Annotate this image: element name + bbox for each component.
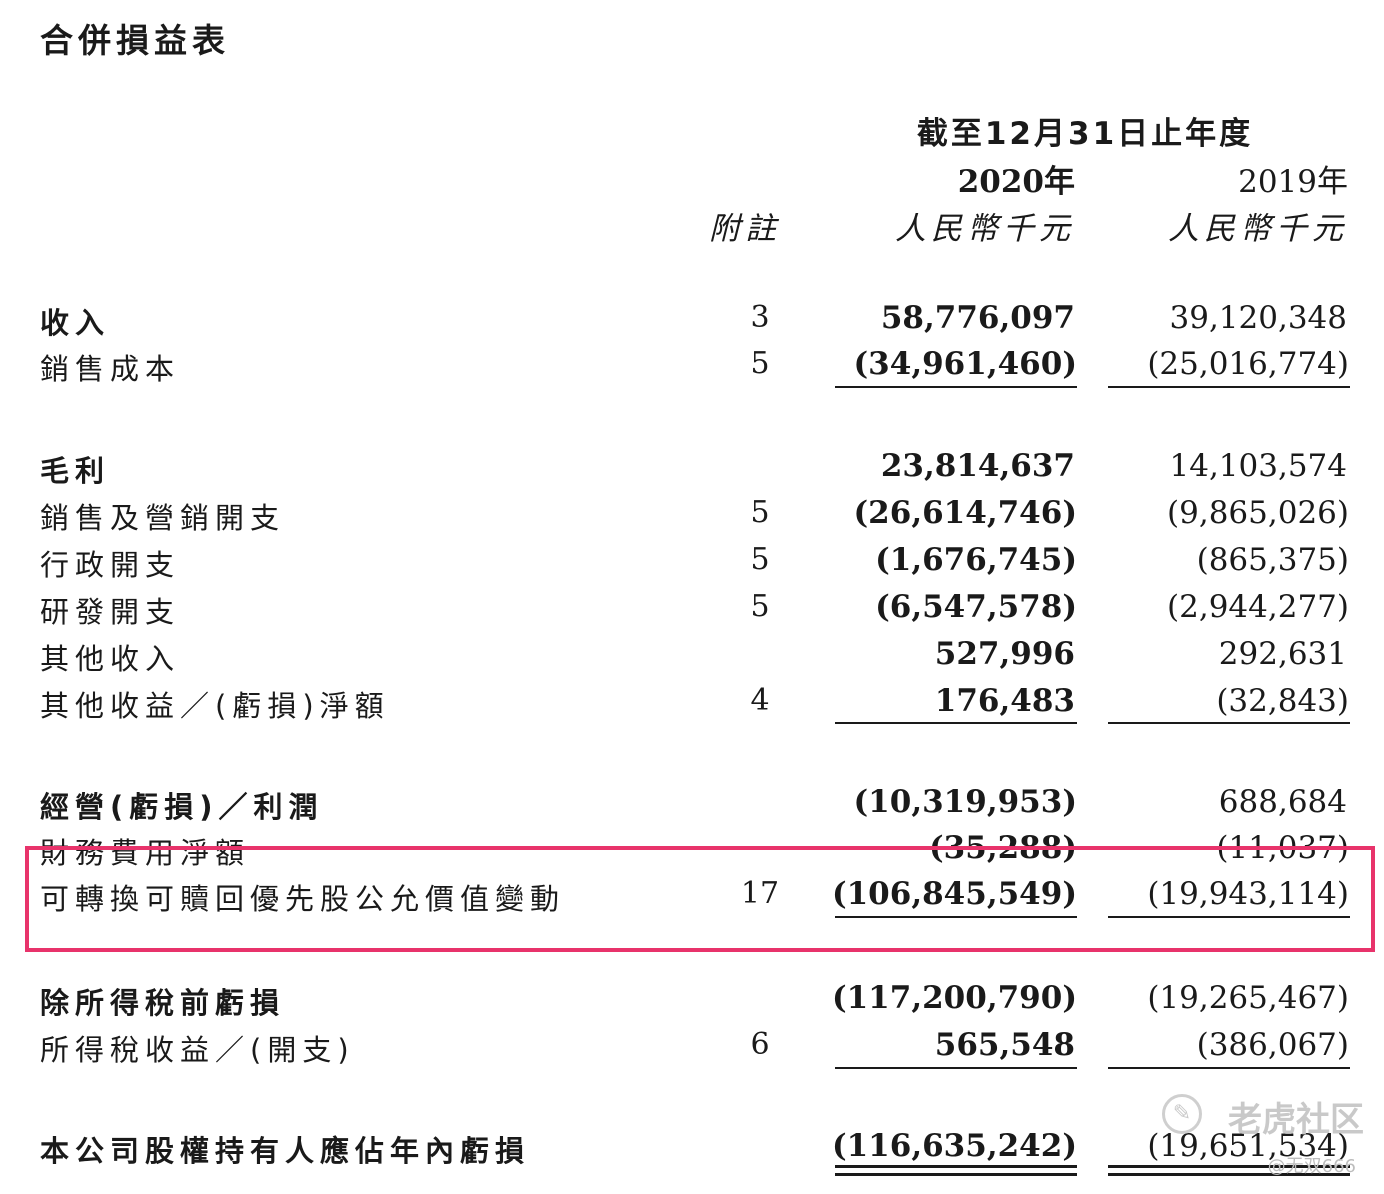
- row-label: 毛利: [40, 454, 111, 488]
- row-label: 本公司股權持有人應佔年內虧損: [40, 1134, 531, 1168]
- value-2020: 527,996: [934, 636, 1075, 672]
- row-label: 其他收入: [40, 642, 181, 676]
- statement-title: 合併損益表: [40, 21, 230, 60]
- row-note: 6: [750, 1027, 770, 1062]
- period-header: 截至12月31日止年度: [916, 116, 1254, 152]
- row-label: 收入: [40, 306, 111, 340]
- value-2020: 58,776,097: [880, 300, 1075, 336]
- row-note: 5: [750, 495, 770, 530]
- value-2020: (116,635,242): [831, 1128, 1077, 1164]
- value-2019: 39,120,348: [1169, 300, 1348, 336]
- watermark-user: @无双666: [1267, 1156, 1356, 1177]
- row-label: 其他收益／(虧損)淨額: [40, 689, 390, 723]
- subtotal-rule-2020: [835, 1067, 1077, 1069]
- row-label: 銷售及營銷開支: [40, 501, 286, 535]
- row-note: 3: [750, 300, 770, 335]
- row-label: 除所得稅前虧損: [40, 986, 286, 1020]
- row-note: 5: [750, 346, 770, 381]
- row-research-development: 研發開支 5 (6,547,578) (2,944,277): [0, 585, 1384, 631]
- row-note: 5: [750, 589, 770, 624]
- value-2019: 14,103,574: [1169, 448, 1348, 484]
- value-2020: 176,483: [934, 683, 1075, 719]
- value-2019: (19,265,467): [1147, 980, 1349, 1016]
- row-cost-of-sales: 銷售成本 5 (34,961,460) (25,016,774): [0, 342, 1384, 388]
- value-2020: (1,676,745): [875, 542, 1077, 578]
- subtotal-rule-2020: [835, 722, 1077, 724]
- value-2019: (32,843): [1216, 683, 1349, 719]
- year-2019-header: 2019年: [1238, 164, 1348, 200]
- value-2020: 565,548: [934, 1027, 1075, 1063]
- highlight-box: [25, 846, 1375, 952]
- value-2019: (386,067): [1196, 1027, 1349, 1063]
- row-income-tax: 所得稅收益／(開支) 6 565,548 (386,067): [0, 1023, 1384, 1069]
- value-2020: (26,614,746): [853, 495, 1077, 531]
- subtotal-rule-2020: [835, 386, 1077, 388]
- value-2019: (865,375): [1196, 542, 1349, 578]
- currency-2019-header: 人民幣千元: [1168, 211, 1348, 247]
- value-2019: (2,944,277): [1167, 589, 1349, 625]
- row-selling-marketing: 銷售及營銷開支 5 (26,614,746) (9,865,026): [0, 491, 1384, 537]
- value-2020: (34,961,460): [853, 346, 1077, 382]
- row-note: 4: [750, 683, 770, 718]
- row-administrative: 行政開支 5 (1,676,745) (865,375): [0, 538, 1384, 584]
- row-gross-profit: 毛利 23,814,637 14,103,574: [0, 444, 1384, 490]
- row-label: 所得稅收益／(開支): [40, 1033, 355, 1067]
- total-rule-bottom-2020: [835, 1173, 1077, 1176]
- row-label: 行政開支: [40, 548, 181, 582]
- row-label: 研發開支: [40, 595, 181, 629]
- subtotal-rule-2019: [1108, 386, 1350, 388]
- subtotal-rule-2019: [1108, 1067, 1350, 1069]
- tiger-logo-icon: ✎: [1162, 1094, 1202, 1134]
- row-revenue: 收入 3 58,776,097 39,120,348: [0, 296, 1384, 342]
- watermark-brand: 老虎社区: [1228, 1100, 1364, 1140]
- currency-2020-header: 人民幣千元: [895, 211, 1075, 247]
- value-2020: (117,200,790): [831, 980, 1077, 1016]
- total-rule-top-2020: [835, 1165, 1077, 1168]
- value-2020: (6,547,578): [875, 589, 1077, 625]
- row-label: 銷售成本: [40, 352, 181, 386]
- row-other-income: 其他收入 527,996 292,631: [0, 632, 1384, 678]
- value-2019: (25,016,774): [1147, 346, 1349, 382]
- row-operating-result: 經營(虧損)／利潤 (10,319,953) 688,684: [0, 780, 1384, 826]
- value-2019: (9,865,026): [1167, 495, 1349, 531]
- subtotal-rule-2019: [1108, 722, 1350, 724]
- value-2019: 688,684: [1218, 784, 1347, 820]
- row-note: 5: [750, 542, 770, 577]
- row-other-gains-losses: 其他收益／(虧損)淨額 4 176,483 (32,843): [0, 679, 1384, 725]
- row-label: 經營(虧損)／利潤: [40, 790, 324, 824]
- row-loss-before-tax: 除所得稅前虧損 (117,200,790) (19,265,467): [0, 976, 1384, 1022]
- note-header: 附註: [709, 211, 781, 247]
- value-2020: (10,319,953): [853, 784, 1077, 820]
- year-2020-header: 2020年: [957, 164, 1075, 200]
- value-2020: 23,814,637: [880, 448, 1075, 484]
- value-2019: 292,631: [1218, 636, 1347, 672]
